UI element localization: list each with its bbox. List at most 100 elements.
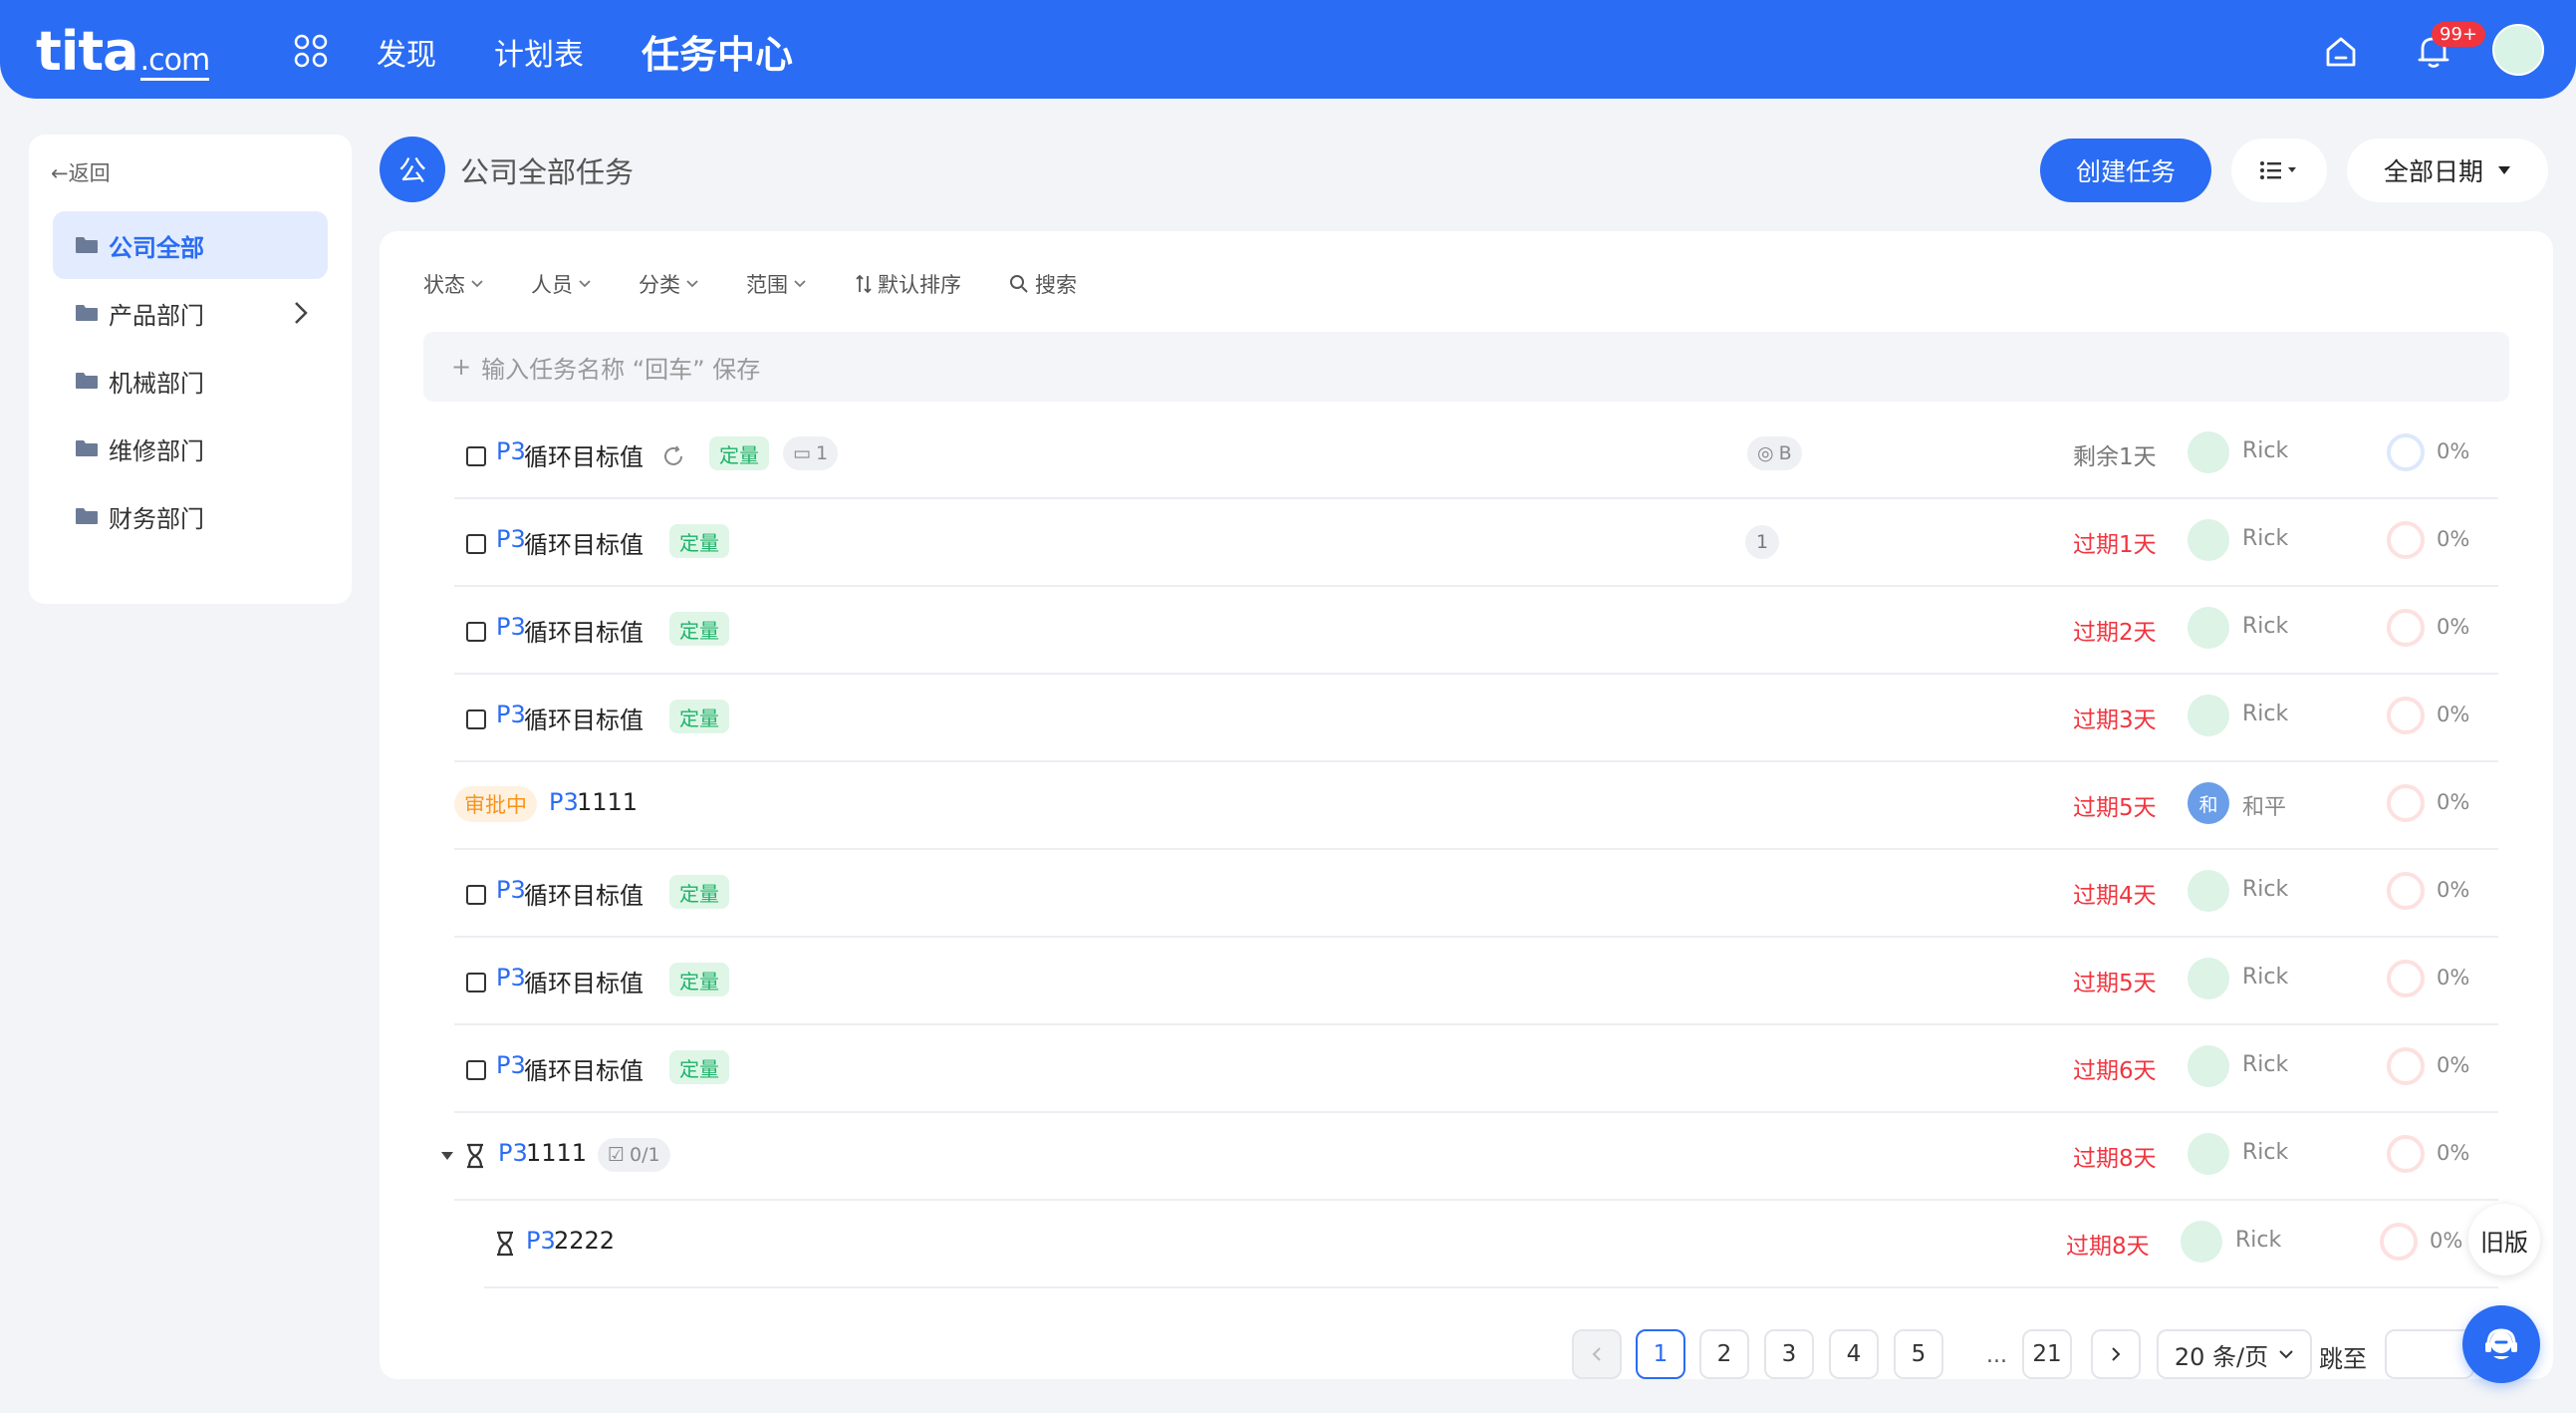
pagination-ellipsis[interactable]: ...	[1986, 1343, 2007, 1368]
create-task-button[interactable]: 创建任务	[2040, 139, 2211, 202]
chevron-left-icon	[1592, 1347, 1601, 1361]
sidebar-item-product-dept[interactable]: 产品部门	[53, 279, 328, 347]
task-checkbox[interactable]	[466, 534, 486, 554]
task-name[interactable]: 1111	[526, 1139, 587, 1167]
nav-task-center[interactable]: 任务中心	[642, 24, 793, 79]
assignee-name[interactable]: Rick	[2242, 438, 2288, 463]
user-avatar[interactable]	[2492, 24, 2544, 76]
task-name[interactable]: 2222	[554, 1227, 615, 1255]
sidebar-item-label: 财务部门	[109, 504, 204, 533]
back-link[interactable]: ←返回	[51, 157, 111, 187]
task-row[interactable]: P3 循环目标值 定量 过期3天 Rick 0%	[454, 675, 2498, 762]
tita-logo[interactable]: tita.com	[36, 20, 210, 83]
old-version-button[interactable]: 旧版	[2468, 1204, 2540, 1275]
page-button[interactable]: 1	[1636, 1329, 1685, 1379]
assignee-name[interactable]: Rick	[2242, 1140, 2288, 1165]
assignee-avatar	[2188, 695, 2229, 736]
task-name[interactable]: 循环目标值	[524, 964, 644, 998]
task-name[interactable]: 循环目标值	[524, 1051, 644, 1086]
apps-grid-icon[interactable]	[294, 34, 328, 68]
page-button[interactable]: 5	[1894, 1329, 1943, 1379]
task-name[interactable]: 循环目标值	[524, 613, 644, 648]
progress-percent: 0%	[2437, 790, 2470, 814]
sidebar-item-finance-dept[interactable]: 财务部门	[53, 482, 328, 550]
page-button[interactable]: 4	[1829, 1329, 1879, 1379]
assignee-name[interactable]: Rick	[2242, 702, 2288, 726]
nav-plan-sheet[interactable]: 计划表	[494, 30, 584, 74]
expand-caret-icon[interactable]	[440, 1151, 454, 1161]
filter-category[interactable]: 分类	[639, 269, 698, 299]
sidebar-item-machinery-dept[interactable]: 机械部门	[53, 347, 328, 415]
page-title: 公司全部任务	[460, 155, 635, 189]
task-checkbox[interactable]	[466, 885, 486, 905]
filter-status[interactable]: 状态	[423, 269, 483, 299]
date-filter-dropdown[interactable]: 全部日期	[2347, 139, 2548, 202]
progress-ring	[2387, 1135, 2425, 1173]
chevron-down-icon	[2279, 1350, 2293, 1359]
task-row[interactable]: P3 1111 ☑ 0/1 过期8天 Rick 0%	[441, 1113, 2498, 1201]
task-row[interactable]: P3 循环目标值 定量 过期4天 Rick 0%	[454, 850, 2498, 938]
assignee-name[interactable]: Rick	[2242, 965, 2288, 989]
task-checkbox[interactable]	[466, 1060, 486, 1080]
progress-ring	[2387, 697, 2425, 734]
task-name[interactable]: 循环目标值	[524, 437, 644, 472]
task-name[interactable]: 1111	[577, 788, 638, 816]
chevron-right-icon[interactable]	[294, 301, 308, 325]
subtask-row[interactable]: P3 2222 过期8天 Rick 0%	[484, 1201, 2498, 1288]
quantitative-tag: 定量	[669, 700, 729, 733]
folder-icon	[76, 508, 98, 524]
task-checkbox[interactable]	[466, 709, 486, 729]
prev-page-button[interactable]	[1572, 1329, 1622, 1379]
page-button[interactable]: 2	[1699, 1329, 1749, 1379]
hourglass-icon	[497, 1231, 513, 1257]
jump-to-page-input[interactable]	[2385, 1329, 2474, 1379]
sidebar-item-company-all[interactable]: 公司全部	[53, 211, 328, 279]
task-row[interactable]: P3 循环目标值 定量 1 过期1天 Rick 0%	[454, 499, 2498, 587]
next-page-button[interactable]	[2091, 1329, 2141, 1379]
task-row[interactable]: 审批中 P3 1111 过期5天 和 和平 0%	[454, 762, 2498, 850]
progress-percent: 0%	[2437, 878, 2470, 902]
sort-default[interactable]: 默认排序	[856, 269, 961, 299]
task-checkbox[interactable]	[466, 973, 486, 992]
sidebar-item-maintenance-dept[interactable]: 维修部门	[53, 415, 328, 482]
task-list-panel: 状态 人员 分类 范围 默认排序 搜索 + 输入任务名称 “回车” 保存 P3 循…	[380, 231, 2553, 1379]
filter-label: 分类	[639, 273, 680, 297]
task-name[interactable]: 循环目标值	[524, 876, 644, 911]
home-icon[interactable]	[2324, 36, 2358, 68]
assignee-name[interactable]: Rick	[2242, 614, 2288, 639]
progress-ring	[2387, 521, 2425, 559]
task-row[interactable]: P3 循环目标值 定量 过期6天 Rick 0%	[454, 1025, 2498, 1113]
task-name[interactable]: 循环目标值	[524, 525, 644, 560]
task-name[interactable]: 循环目标值	[524, 701, 644, 735]
task-row[interactable]: P3 循环目标值 定量 过期5天 Rick 0%	[454, 938, 2498, 1025]
assignee-name[interactable]: Rick	[2242, 877, 2288, 902]
search-filter[interactable]: 搜索	[1009, 269, 1077, 299]
filter-range[interactable]: 范围	[746, 269, 806, 299]
subtask-chip[interactable]: ☑ 0/1	[598, 1138, 670, 1172]
task-row[interactable]: P3 循环目标值 定量 过期2天 Rick 0%	[454, 587, 2498, 675]
filter-label: 范围	[746, 273, 788, 297]
assignee-name[interactable]: Rick	[2242, 526, 2288, 551]
assignee-name[interactable]: 和平	[2242, 789, 2286, 821]
assignee-name[interactable]: Rick	[2235, 1228, 2281, 1253]
nav-discover[interactable]: 发现	[377, 30, 436, 74]
page-button[interactable]: 21	[2022, 1329, 2072, 1379]
task-checkbox[interactable]	[466, 446, 486, 466]
filter-people[interactable]: 人员	[531, 269, 591, 299]
page-size-label: 20 条/页	[2174, 1342, 2269, 1371]
goal-chip[interactable]: ◎ B	[1747, 436, 1802, 470]
page-size-select[interactable]: 20 条/页	[2157, 1329, 2312, 1379]
customer-service-button[interactable]	[2462, 1305, 2540, 1383]
filter-label: 人员	[531, 273, 573, 297]
assignee-name[interactable]: Rick	[2242, 1052, 2288, 1077]
attachment-chip[interactable]: ▭ 1	[783, 436, 839, 470]
task-row[interactable]: P3 循环目标值 定量 ▭ 1 ◎ B 剩余1天 Rick 0%	[454, 412, 2498, 499]
page-button[interactable]: 3	[1764, 1329, 1814, 1379]
priority-label: P3	[549, 788, 579, 816]
task-checkbox[interactable]	[466, 622, 486, 642]
due-status: 过期6天	[2073, 1058, 2157, 1084]
add-task-input[interactable]: + 输入任务名称 “回车” 保存	[423, 332, 2509, 402]
assignee-avatar	[2188, 1133, 2229, 1175]
view-mode-button[interactable]	[2231, 139, 2327, 202]
progress-ring	[2387, 872, 2425, 910]
